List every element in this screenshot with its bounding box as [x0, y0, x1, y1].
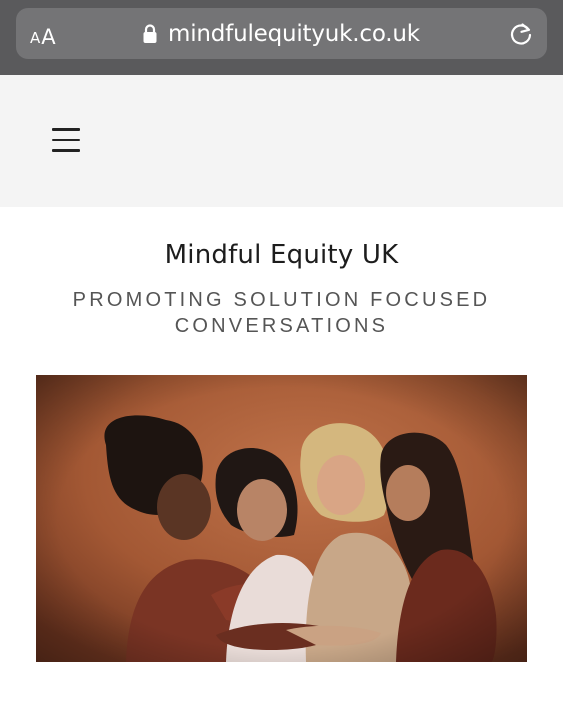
hero-image: [36, 375, 527, 662]
hamburger-icon[interactable]: [52, 128, 80, 152]
reload-icon[interactable]: [507, 20, 535, 48]
lock-icon: [143, 24, 157, 43]
site-title[interactable]: Mindful Equity UK: [0, 240, 563, 270]
url-display[interactable]: mindfulequityuk.co.uk: [142, 18, 420, 50]
text-size-small-glyph: A: [30, 29, 41, 47]
address-bar[interactable]: A A mindfulequityuk.co.uk: [16, 8, 547, 59]
text-size-button[interactable]: A A: [30, 20, 56, 48]
text-size-large-glyph: A: [41, 25, 56, 49]
site-tagline: PROMOTING SOLUTION FOCUSED CONVERSATIONS: [72, 289, 491, 337]
site-header: [0, 75, 563, 207]
browser-chrome: A A mindfulequityuk.co.uk: [0, 0, 563, 75]
url-text: mindfulequityuk.co.uk: [168, 21, 420, 47]
